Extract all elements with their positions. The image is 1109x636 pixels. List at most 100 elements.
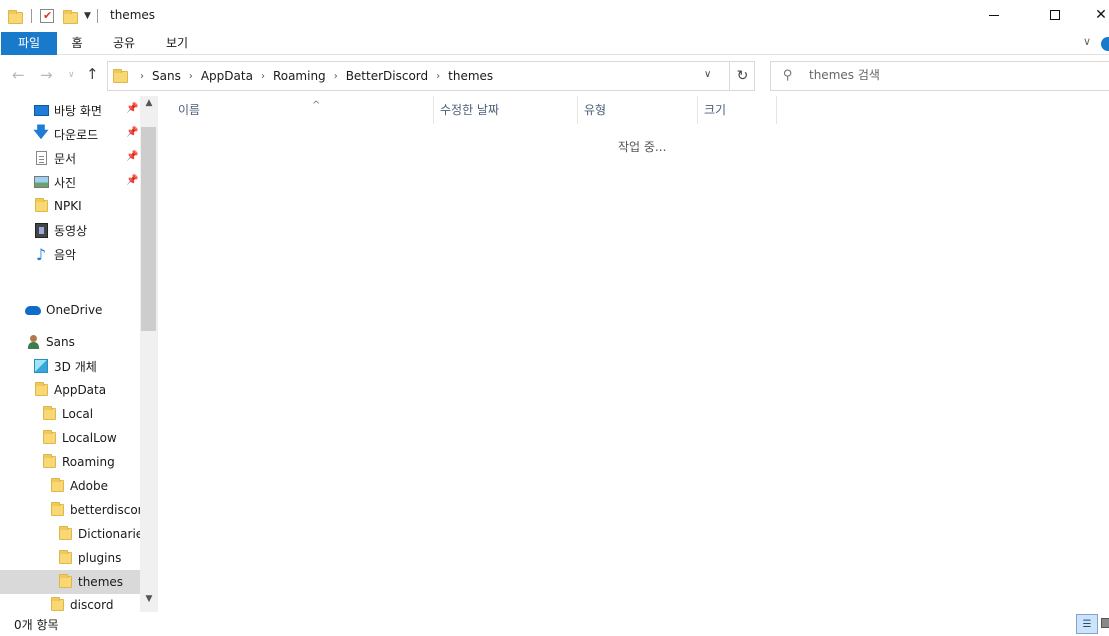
- nav-item-label: LocalLow: [62, 431, 117, 445]
- document-icon: [33, 150, 49, 166]
- back-arrow-icon[interactable]: ←: [12, 66, 25, 84]
- nav-item-appdata[interactable]: AppData: [0, 379, 140, 401]
- tab-home[interactable]: 홈: [60, 32, 94, 55]
- recent-locations-chevron-down-icon[interactable]: ∨: [68, 70, 75, 80]
- maximize-icon: [1050, 10, 1060, 20]
- help-icon[interactable]: [1101, 37, 1109, 51]
- nav-item-roaming[interactable]: Roaming: [0, 451, 140, 473]
- folder-icon: [57, 574, 73, 590]
- nav-item-desktop[interactable]: 바탕 화면 📌: [0, 99, 140, 121]
- chevron-right-icon[interactable]: ›: [140, 71, 144, 82]
- tab-view[interactable]: 보기: [156, 32, 198, 55]
- search-icon: ⚲: [783, 68, 793, 83]
- large-icons-view-icon[interactable]: [1101, 618, 1109, 628]
- nav-item-videos[interactable]: 동영상: [0, 219, 140, 241]
- nav-item-label: NPKI: [54, 199, 82, 213]
- close-button[interactable]: ✕: [1078, 0, 1109, 30]
- nav-item-label: Roaming: [62, 455, 115, 469]
- column-header-type[interactable]: 유형: [577, 96, 697, 124]
- picture-icon: [33, 174, 49, 190]
- customize-toolbar-chevron-down-icon[interactable]: ▼: [84, 11, 91, 21]
- maximize-button[interactable]: [1032, 0, 1078, 30]
- details-view-icon[interactable]: ☰: [1076, 614, 1098, 634]
- folder-icon: [41, 430, 57, 446]
- quick-access-toolbar: ▼: [8, 6, 106, 26]
- breadcrumb-betterdiscord[interactable]: BetterDiscord: [346, 69, 428, 83]
- toolbar-divider: [96, 9, 98, 23]
- nav-item-label: 3D 개체: [54, 359, 97, 374]
- pin-icon[interactable]: 📌: [126, 151, 138, 162]
- item-count: 0개 항목: [14, 618, 59, 632]
- new-folder-icon[interactable]: [63, 9, 78, 24]
- nav-item-music[interactable]: ♪ 음악: [0, 243, 140, 265]
- 3d-objects-icon: [33, 358, 49, 374]
- toolbar-divider: [31, 9, 32, 23]
- nav-item-themes[interactable]: themes: [0, 570, 140, 594]
- column-header-date-modified[interactable]: 수정한 날짜: [433, 96, 577, 124]
- minimize-button[interactable]: [971, 0, 1017, 30]
- chevron-right-icon[interactable]: ›: [334, 71, 338, 82]
- properties-icon[interactable]: [40, 9, 54, 23]
- folder-icon: [33, 198, 49, 214]
- chevron-right-icon[interactable]: ›: [189, 71, 193, 82]
- nav-item-dictionaries[interactable]: Dictionaries: [0, 523, 140, 545]
- address-bar[interactable]: › Sans › AppData › Roaming › BetterDisco…: [107, 61, 755, 91]
- refresh-icon[interactable]: ↻: [729, 62, 755, 90]
- expand-ribbon-chevron-down-icon[interactable]: ∨: [1083, 35, 1091, 48]
- nav-item-npki[interactable]: NPKI: [0, 195, 140, 217]
- nav-item-label: plugins: [78, 551, 122, 565]
- pin-icon[interactable]: 📌: [126, 175, 138, 186]
- search-box[interactable]: ⚲: [770, 61, 1109, 91]
- up-arrow-icon[interactable]: ↑: [86, 65, 99, 83]
- nav-item-pictures[interactable]: 사진 📌: [0, 171, 140, 193]
- forward-arrow-icon[interactable]: →: [40, 66, 53, 84]
- address-history-chevron-down-icon[interactable]: ∨: [704, 69, 711, 80]
- close-icon: ✕: [1095, 7, 1107, 23]
- nav-item-locallow[interactable]: LocalLow: [0, 427, 140, 449]
- folder-icon: [49, 478, 65, 494]
- nav-item-downloads[interactable]: 🡇 다운로드 📌: [0, 123, 140, 145]
- search-input[interactable]: [809, 68, 1089, 82]
- user-icon: [25, 334, 41, 350]
- folder-icon: [41, 454, 57, 470]
- tab-share[interactable]: 공유: [104, 32, 144, 55]
- scroll-up-icon[interactable]: ▲: [140, 98, 158, 114]
- nav-item-label: 다운로드: [54, 127, 99, 142]
- scroll-down-icon[interactable]: ▼: [140, 594, 158, 610]
- navigation-pane: 바탕 화면 📌 🡇 다운로드 📌 문서 📌 사진 📌 NPKI 동영상 ♪ 음악…: [0, 96, 158, 612]
- ribbon-tabs: 파일 홈 공유 보기 ∨: [0, 32, 1109, 55]
- nav-item-sans[interactable]: Sans: [0, 331, 140, 353]
- navigation-bar: ← → ∨ ↑ › Sans › AppData › Roaming › Bet…: [0, 56, 1109, 96]
- pin-icon[interactable]: 📌: [126, 127, 138, 138]
- chevron-right-icon[interactable]: ›: [436, 71, 440, 82]
- column-header-name[interactable]: 이름 ^: [172, 96, 432, 124]
- nav-item-label: 동영상: [54, 223, 88, 238]
- video-icon: [33, 222, 49, 238]
- breadcrumb-appdata[interactable]: AppData: [201, 69, 253, 83]
- column-header-size[interactable]: 크기: [697, 96, 777, 124]
- nav-item-adobe[interactable]: Adobe: [0, 475, 140, 497]
- nav-item-label: betterdiscord: [70, 503, 140, 517]
- breadcrumb-themes[interactable]: themes: [448, 69, 493, 83]
- pin-icon[interactable]: 📌: [126, 103, 138, 114]
- nav-item-discord[interactable]: discord: [0, 594, 140, 612]
- tab-file[interactable]: 파일: [1, 32, 57, 55]
- breadcrumb-roaming[interactable]: Roaming: [273, 69, 326, 83]
- nav-item-3d-objects[interactable]: 3D 개체: [0, 355, 140, 377]
- nav-item-label: Dictionaries: [78, 527, 140, 541]
- title-bar: ▼ themes ✕: [0, 0, 1109, 32]
- breadcrumb-sans[interactable]: Sans: [152, 69, 181, 83]
- music-icon: ♪: [35, 244, 47, 264]
- nav-item-label: discord: [70, 598, 114, 612]
- nav-item-plugins[interactable]: plugins: [0, 547, 140, 569]
- nav-item-betterdiscord[interactable]: betterdiscord: [0, 499, 140, 521]
- scrollbar-thumb[interactable]: [141, 127, 156, 331]
- chevron-right-icon[interactable]: ›: [261, 71, 265, 82]
- nav-item-label: themes: [78, 575, 124, 589]
- nav-item-documents[interactable]: 문서 📌: [0, 147, 140, 169]
- nav-pane-scrollbar[interactable]: ▲ ▼: [140, 96, 158, 612]
- download-icon: 🡇: [33, 123, 49, 141]
- nav-item-local[interactable]: Local: [0, 403, 140, 425]
- breadcrumb: › Sans › AppData › Roaming › BetterDisco…: [132, 69, 493, 83]
- nav-item-onedrive[interactable]: OneDrive: [0, 299, 140, 321]
